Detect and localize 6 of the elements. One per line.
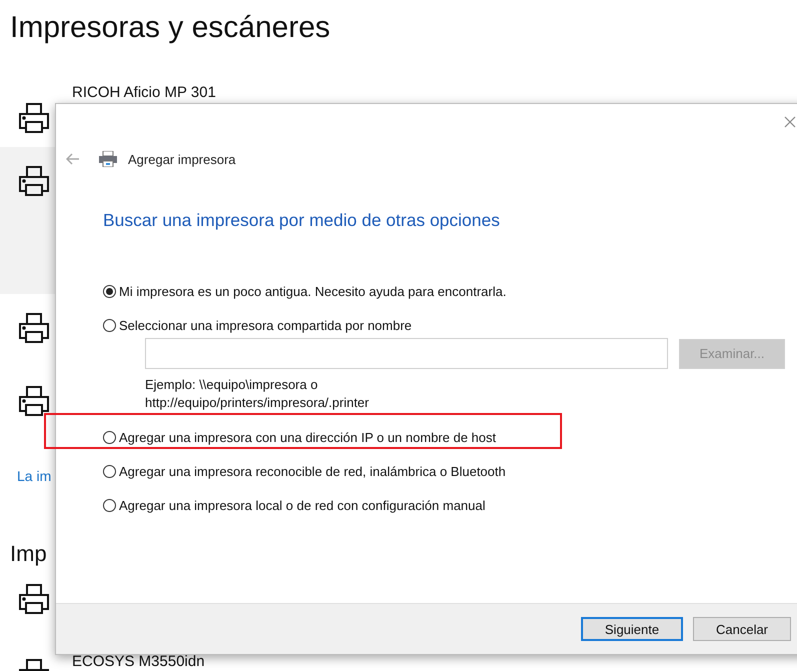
page-title: Impresoras y escáneres — [10, 10, 330, 45]
example-text: http://equipo/printers/impresora/.printer — [145, 394, 369, 412]
example-text: Ejemplo: \\equipo\impresora o — [145, 376, 318, 394]
section-heading: Imp — [10, 541, 47, 568]
dialog-title: Agregar impresora — [128, 152, 236, 166]
dialog-heading: Buscar una impresora por medio de otras opciones — [103, 210, 500, 232]
